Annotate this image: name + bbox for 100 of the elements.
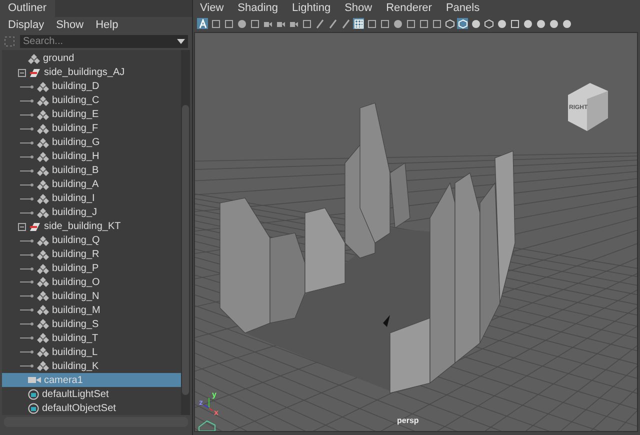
cube-icon — [484, 18, 494, 28]
group-node-icon — [29, 68, 41, 78]
outliner-item-label: defaultObjectSet — [42, 402, 116, 414]
outliner-item[interactable]: building_H — [2, 150, 181, 164]
circle-icon — [392, 18, 402, 28]
search-input[interactable]: Search... — [23, 36, 177, 47]
outliner-item-label: building_E — [52, 109, 99, 120]
outliner-item[interactable]: side_buildings_AJ — [2, 66, 181, 80]
outliner-item-label: building_G — [52, 137, 100, 148]
outliner-item[interactable]: building_S — [2, 317, 181, 332]
grid-icon — [354, 18, 364, 28]
toolbar-button[interactable] — [379, 18, 390, 29]
tree-branch-icon — [20, 238, 34, 243]
axis-label: x — [214, 409, 218, 417]
collapse-icon[interactable] — [18, 222, 26, 231]
toolbar-button[interactable] — [548, 18, 559, 29]
transform-node-icon — [37, 236, 49, 246]
vertical-scrollbar[interactable] — [181, 50, 190, 415]
toolbar-button[interactable] — [236, 18, 247, 29]
toolbar-button[interactable] — [561, 18, 572, 29]
outliner-item[interactable]: building_K — [2, 359, 181, 374]
circle-icon — [562, 18, 572, 28]
sphere-icon — [496, 18, 506, 28]
outliner-item[interactable]: building_A — [2, 178, 181, 192]
outliner-item[interactable]: ground — [2, 52, 181, 66]
transform-node-icon — [37, 347, 49, 358]
outliner-item-label: building_A — [52, 179, 99, 190]
outliner-item[interactable]: building_R — [2, 248, 181, 262]
menu-item[interactable]: Lighting — [292, 2, 331, 14]
search-field[interactable]: Search... — [20, 35, 188, 48]
outliner-item-label: camera1 — [44, 374, 83, 386]
tree-branch-icon — [20, 322, 34, 326]
toolbar-button[interactable] — [470, 18, 481, 29]
outliner-item[interactable]: building_L — [2, 345, 181, 360]
transform-node-icon — [37, 291, 49, 302]
toolbar-button[interactable] — [392, 18, 403, 29]
tree-branch-icon — [20, 126, 34, 131]
transform-node-icon — [37, 333, 49, 344]
outliner-item[interactable]: defaultLightSet — [2, 387, 181, 402]
scrollbar-thumb[interactable] — [182, 105, 189, 395]
outliner-item[interactable]: building_P — [2, 262, 181, 276]
outliner-item-label: building_J — [52, 207, 98, 218]
axis-gizmo-icon — [204, 398, 214, 412]
tree-branch-icon — [20, 336, 34, 340]
outliner-item[interactable]: building_E — [2, 108, 181, 122]
outliner-item-label: building_O — [52, 276, 100, 288]
outliner-item-label: building_P — [52, 263, 99, 274]
selection-frame-icon[interactable] — [4, 36, 15, 47]
menu-item[interactable]: Show — [344, 2, 372, 14]
outliner-item[interactable]: building_I — [2, 192, 181, 206]
outliner-item-label: building_Q — [52, 235, 100, 246]
outliner-item-label: building_T — [52, 332, 98, 344]
outliner-item[interactable]: building_N — [2, 289, 181, 304]
transform-node-icon — [37, 361, 49, 372]
menu-item[interactable]: Display — [8, 19, 44, 31]
transform-node-icon — [37, 152, 49, 162]
tree-branch-icon — [20, 196, 34, 201]
outliner-item[interactable]: building_O — [2, 276, 181, 290]
outliner-item-label: building_N — [52, 290, 100, 302]
outliner-item[interactable]: side_building_KT — [2, 220, 181, 234]
outliner-item-label: side_building_KT — [44, 221, 121, 232]
outliner-item[interactable]: building_T — [2, 331, 181, 346]
menu-item[interactable]: Help — [96, 19, 118, 31]
camera-wireframe-icon — [198, 420, 216, 431]
tree-branch-icon — [20, 280, 34, 284]
tree-branch-icon — [20, 84, 34, 89]
tree-branch-icon — [20, 154, 34, 159]
view-cube-drawing — [568, 83, 608, 131]
outliner-item[interactable]: building_B — [2, 164, 181, 178]
transform-node-icon — [37, 180, 49, 190]
tree-branch-icon — [20, 140, 34, 145]
dropdown-caret-icon[interactable] — [177, 39, 185, 44]
transform-node-icon — [28, 54, 40, 64]
outliner-item[interactable]: building_Q — [2, 234, 181, 248]
toolbar-button[interactable] — [223, 18, 234, 29]
menu-item[interactable]: View — [200, 2, 224, 14]
toolbar-button[interactable] — [535, 18, 546, 29]
outliner-item[interactable]: building_J — [2, 206, 181, 220]
outliner-item-label: building_B — [52, 165, 99, 176]
outliner-item-label: building_M — [52, 304, 100, 316]
collapse-icon[interactable] — [18, 68, 26, 77]
menu-item[interactable]: Renderer — [386, 2, 432, 14]
sphere-icon — [470, 18, 480, 28]
outliner-item[interactable]: building_G — [2, 136, 181, 150]
outliner-item[interactable]: building_D — [2, 80, 181, 94]
outliner-tab[interactable]: Outliner — [0, 0, 55, 17]
outliner-item[interactable]: building_F — [2, 122, 181, 136]
menu-item[interactable]: Shading — [238, 2, 278, 14]
outliner-item[interactable]: building_M — [2, 303, 181, 318]
toolbar-button[interactable] — [496, 18, 507, 29]
menu-item[interactable]: Show — [56, 19, 84, 31]
outliner-item[interactable]: building_C — [2, 94, 181, 108]
tree-branch-icon — [20, 98, 34, 103]
outliner-item[interactable]: defaultObjectSet — [2, 401, 181, 415]
toolbar-button[interactable] — [444, 18, 455, 29]
tree-branch-icon — [20, 252, 34, 257]
tree-branch-icon — [20, 168, 34, 173]
menu-item[interactable]: Panels — [446, 2, 480, 14]
tree-branch-icon — [20, 364, 34, 368]
toolbar-button[interactable] — [483, 18, 494, 29]
